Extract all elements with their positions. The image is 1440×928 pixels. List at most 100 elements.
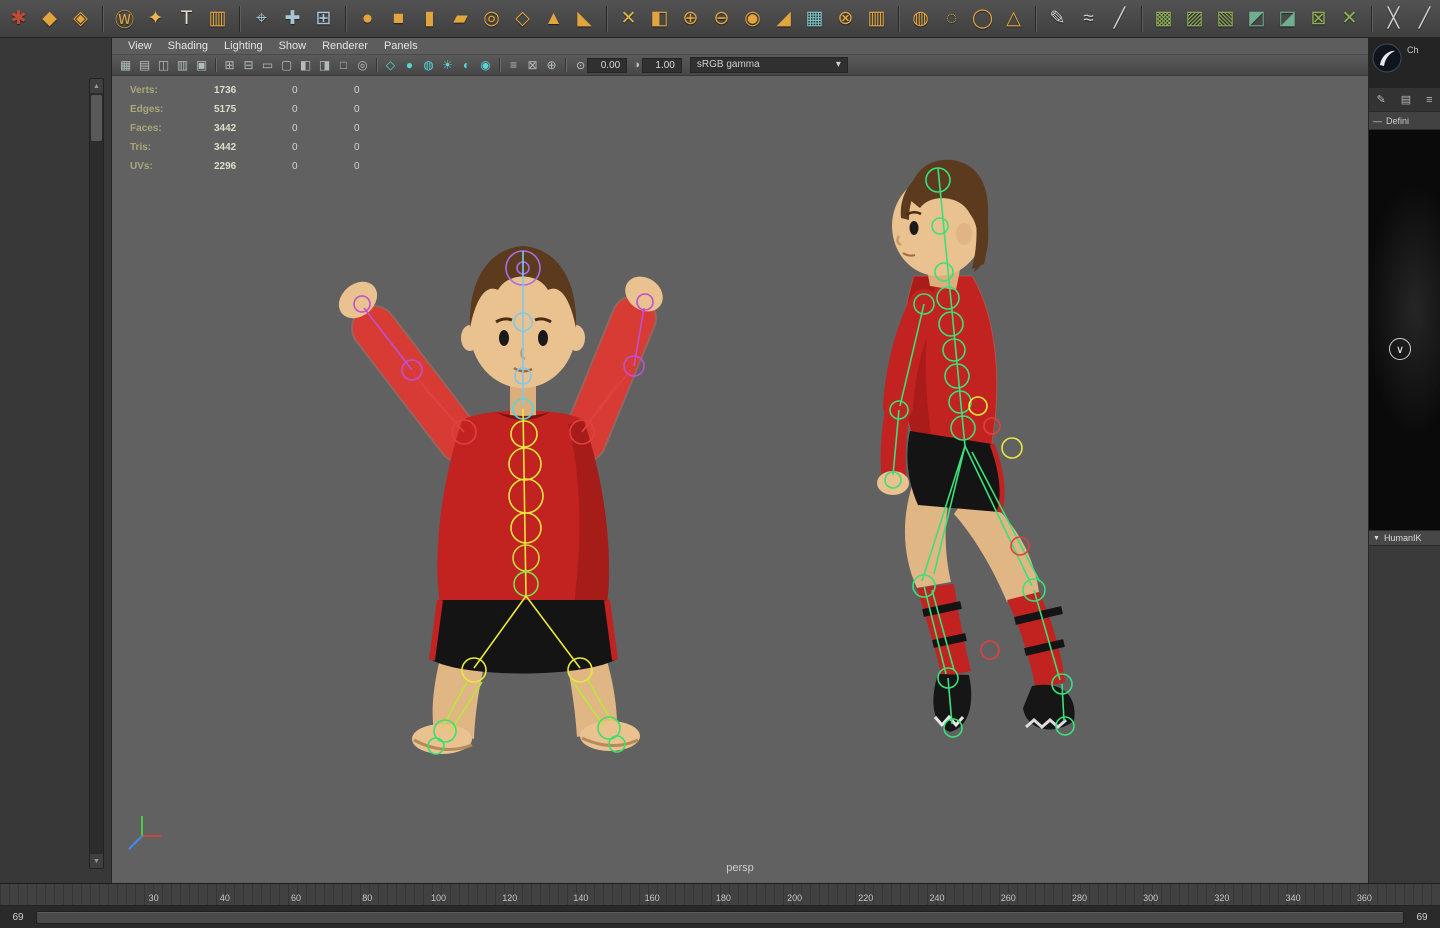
scroll-up-icon[interactable]: ▲ bbox=[90, 79, 103, 93]
grab-icon[interactable]: ◯ bbox=[967, 4, 998, 34]
svg-tool-icon[interactable]: ▥ bbox=[202, 4, 233, 34]
boolean-union-icon[interactable]: ▩ bbox=[1148, 4, 1179, 34]
viewport-canvas[interactable]: Verts:173600Edges:517500Faces:344200Tris… bbox=[112, 76, 1368, 883]
time-tick-label: 140 bbox=[545, 893, 616, 903]
film-gate-icon[interactable]: ▭ bbox=[258, 56, 277, 74]
use-all-lights-icon[interactable]: ☀ bbox=[438, 56, 457, 74]
scroll-down-icon[interactable]: ▼ bbox=[90, 854, 103, 868]
crease-icon[interactable]: ◢ bbox=[768, 4, 799, 34]
wireframe-mode-icon[interactable]: ◇ bbox=[381, 56, 400, 74]
diamond-primitive-icon[interactable]: ◆ bbox=[34, 4, 65, 34]
snap-grid-icon[interactable]: ⊞ bbox=[308, 4, 339, 34]
retopologize-icon[interactable]: ◪ bbox=[1272, 4, 1303, 34]
menu-lighting[interactable]: Lighting bbox=[216, 40, 271, 52]
time-tick-label: 240 bbox=[901, 893, 972, 903]
resolution-gate-icon[interactable]: ▢ bbox=[277, 56, 296, 74]
hud-value: 5175 bbox=[214, 104, 292, 115]
lock-camera-icon[interactable]: ▤ bbox=[135, 56, 154, 74]
range-end-value[interactable]: 69 bbox=[1412, 912, 1432, 923]
expand-circle-icon[interactable]: ∨ bbox=[1389, 338, 1411, 360]
snap-target-icon[interactable]: ⌖ bbox=[246, 4, 277, 34]
text-tool-icon[interactable]: T bbox=[171, 4, 202, 34]
separate-icon[interactable]: ⊖ bbox=[706, 4, 737, 34]
shadows-icon[interactable]: ◐ bbox=[457, 56, 476, 74]
shaded-mode-icon[interactable]: ● bbox=[400, 56, 419, 74]
exposure-field[interactable]: 0.00 bbox=[587, 58, 627, 73]
select-camera-icon[interactable]: ▦ bbox=[116, 56, 135, 74]
menu-panels[interactable]: Panels bbox=[376, 40, 426, 52]
contrast-field[interactable]: 1.00 bbox=[642, 58, 682, 73]
multi-cut-icon[interactable]: ✕ bbox=[613, 4, 644, 34]
left-panel-scrollbar[interactable]: ▲ ▼ bbox=[89, 78, 104, 869]
reduce-icon[interactable]: ⊠ bbox=[1303, 4, 1334, 34]
humanik-section-header[interactable]: ▼ HumanIK bbox=[1369, 530, 1440, 546]
pencil-icon[interactable]: ✎ bbox=[1376, 93, 1385, 106]
range-slider-bar[interactable] bbox=[36, 911, 1404, 924]
combine-icon[interactable]: ⊕ bbox=[675, 4, 706, 34]
menu-renderer[interactable]: Renderer bbox=[314, 40, 376, 52]
smooth-icon[interactable]: ◉ bbox=[737, 4, 768, 34]
poly-torus-icon[interactable]: ◎ bbox=[476, 4, 507, 34]
image-plane-icon[interactable]: ▣ bbox=[192, 56, 211, 74]
gate-mask-icon[interactable]: ◧ bbox=[296, 56, 315, 74]
channel-box-tab[interactable]: Ch bbox=[1407, 45, 1419, 55]
snap-move-icon[interactable]: ✚ bbox=[277, 4, 308, 34]
poly-cylinder-icon[interactable]: ▮ bbox=[414, 4, 445, 34]
bookmark-icon[interactable]: ▥ bbox=[173, 56, 192, 74]
poly-cube-icon[interactable]: ■ bbox=[383, 4, 414, 34]
poly-sphere-icon[interactable]: ● bbox=[352, 4, 383, 34]
character-model-1[interactable] bbox=[332, 246, 670, 754]
cleanup-icon[interactable]: ✕ bbox=[1334, 4, 1365, 34]
platonic-solid-icon[interactable]: ◇ bbox=[507, 4, 538, 34]
motion-blur-icon[interactable]: ≡ bbox=[504, 56, 523, 74]
quad-draw-icon[interactable]: ▦ bbox=[799, 4, 830, 34]
circle-w-badge-icon[interactable]: Ⓦ bbox=[109, 4, 140, 34]
menu-view[interactable]: View bbox=[120, 40, 160, 52]
safe-title-icon[interactable]: ◎ bbox=[353, 56, 372, 74]
extrude-icon[interactable]: ▲ bbox=[538, 4, 569, 34]
definition-tab[interactable]: — Defini bbox=[1369, 112, 1440, 130]
camera-attributes-icon[interactable]: ◫ bbox=[154, 56, 173, 74]
range-start-value[interactable]: 69 bbox=[8, 912, 28, 923]
textured-mode-icon[interactable]: ◍ bbox=[419, 56, 438, 74]
gamma-dropdown-value: sRGB gamma bbox=[697, 58, 760, 72]
gem-primitive-icon[interactable]: ◈ bbox=[65, 4, 96, 34]
curve-pencil-icon[interactable]: ✎ bbox=[1042, 4, 1073, 34]
screen-space-ao-icon[interactable]: ◉ bbox=[476, 56, 495, 74]
pinch-icon[interactable]: △ bbox=[998, 4, 1029, 34]
insert-edge-loop-icon[interactable]: ▥ bbox=[861, 4, 892, 34]
2d-pan-zoom-icon[interactable]: ⊞ bbox=[220, 56, 239, 74]
multisample-aa-icon[interactable]: ⊠ bbox=[523, 56, 542, 74]
field-chart-icon[interactable]: ◨ bbox=[315, 56, 334, 74]
character-model-2[interactable] bbox=[877, 160, 1075, 732]
remesh-icon[interactable]: ◩ bbox=[1241, 4, 1272, 34]
poly-plane-icon[interactable]: ▰ bbox=[445, 4, 476, 34]
align-icon[interactable]: ╳ bbox=[1378, 4, 1409, 34]
menu-show[interactable]: Show bbox=[271, 40, 315, 52]
time-slider[interactable]: 3040608010012014016018020022024026028030… bbox=[0, 884, 1440, 906]
shelf-separator bbox=[898, 6, 899, 32]
snap-together-icon[interactable]: ╱ bbox=[1409, 4, 1440, 34]
boolean-difference-icon[interactable]: ▨ bbox=[1179, 4, 1210, 34]
scrollbar-thumb[interactable] bbox=[91, 95, 102, 141]
relax-icon[interactable]: ◌ bbox=[936, 4, 967, 34]
grid-toggle-icon[interactable]: ⊟ bbox=[239, 56, 258, 74]
options-icon[interactable]: ≡ bbox=[1426, 94, 1432, 106]
menu-shading[interactable]: Shading bbox=[160, 40, 216, 52]
boolean-intersect-icon[interactable]: ▧ bbox=[1210, 4, 1241, 34]
sculpt-icon[interactable]: ◍ bbox=[905, 4, 936, 34]
gamma-dropdown[interactable]: sRGB gamma ▾ bbox=[690, 57, 848, 73]
starburst-icon[interactable]: ✱ bbox=[3, 4, 34, 34]
target-weld-icon[interactable]: ⊗ bbox=[830, 4, 861, 34]
mirror-icon[interactable]: ◧ bbox=[644, 4, 675, 34]
spark-diamond-icon[interactable]: ✦ bbox=[140, 4, 171, 34]
curve-ep-icon[interactable]: ╱ bbox=[1104, 4, 1135, 34]
character-preview[interactable]: ∨ bbox=[1369, 130, 1440, 530]
time-tick-label: 200 bbox=[759, 893, 830, 903]
safe-action-icon[interactable]: □ bbox=[334, 56, 353, 74]
shelf-icons: ✱◆◈Ⓦ✦T▥⌖✚⊞●■▮▰◎◇▲◣✕◧⊕⊖◉◢▦⊗▥◍◌◯△✎≈╱▩▨▧◩◪⊠… bbox=[3, 4, 1437, 34]
xray-icon[interactable]: ⊕ bbox=[542, 56, 561, 74]
bevel-icon[interactable]: ◣ bbox=[569, 4, 600, 34]
layers-icon[interactable]: ▤ bbox=[1401, 93, 1411, 106]
curve-cv-icon[interactable]: ≈ bbox=[1073, 4, 1104, 34]
